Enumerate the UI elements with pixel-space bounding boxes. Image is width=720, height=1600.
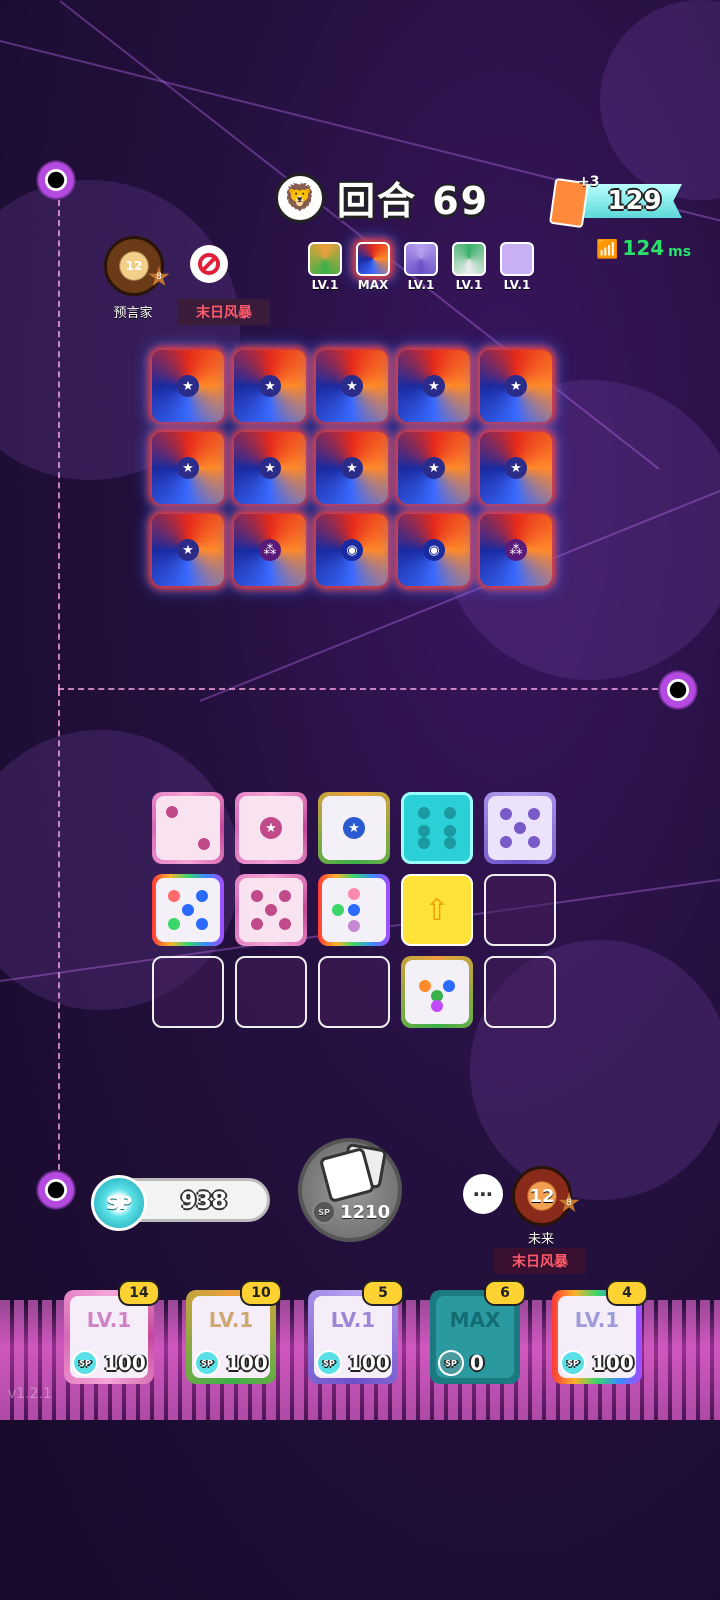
opponent-deck: LV.1 MAX LV.1 LV.1 LV.1 xyxy=(308,242,534,292)
roll-cost-value: 1210 xyxy=(340,1201,391,1223)
player-die[interactable]: ★ xyxy=(235,792,307,864)
empty-slot[interactable] xyxy=(152,956,224,1028)
wifi-icon: 📶 xyxy=(596,239,619,260)
sp-counter: SP 938 xyxy=(91,1175,270,1231)
opponent-deck-item: LV.1 xyxy=(404,242,438,292)
opponent-die: ★ xyxy=(480,432,552,504)
ping-unit: ms xyxy=(668,244,692,260)
player-die[interactable] xyxy=(152,792,224,864)
player-die[interactable] xyxy=(235,874,307,946)
player-board: ★ ★ ⇧ xyxy=(152,792,556,1028)
opponent-rank-badge: 12 xyxy=(104,236,164,296)
opponent-name: 预言家 xyxy=(113,306,153,321)
opponent-die: ★ xyxy=(480,350,552,422)
player-avatar[interactable]: 12 8 xyxy=(512,1166,580,1226)
player-mode-tag: 末日风暴 xyxy=(494,1248,586,1274)
deck-card-slot-3[interactable]: LV.1 5 SP 100 xyxy=(308,1280,404,1384)
deck-card-level: LV.1 xyxy=(208,1308,254,1332)
player-die[interactable] xyxy=(401,956,473,1028)
round-label: 回合 69 xyxy=(337,179,490,223)
opponent-avatar[interactable]: 12 8 xyxy=(104,236,170,296)
portal-right xyxy=(658,670,698,710)
opponent-die: ◉ xyxy=(316,514,388,586)
opponent-mode-tag: 末日风暴 xyxy=(178,299,270,325)
card-sp-value: 129 xyxy=(607,186,662,216)
sp-icon: SP xyxy=(72,1350,98,1376)
sp-icon: SP xyxy=(560,1350,586,1376)
empty-slot[interactable] xyxy=(235,956,307,1028)
player-die[interactable]: ★ xyxy=(318,792,390,864)
portal-bottom-left xyxy=(36,1170,76,1210)
deck-card-count: 10 xyxy=(240,1280,282,1306)
opponent-die: ★ xyxy=(152,432,224,504)
deck-card-cost: SP 100 xyxy=(194,1350,268,1376)
player-name: 未来 xyxy=(527,1232,554,1247)
ellipsis-icon: ⋯ xyxy=(473,1182,493,1206)
opponent-deck-item: LV.1 xyxy=(500,242,534,292)
ping-indicator: 📶 124 ms xyxy=(596,236,691,260)
player-rank-badge: 12 xyxy=(512,1166,572,1226)
player-die[interactable] xyxy=(318,874,390,946)
deck-card-cost: SP 0 xyxy=(438,1350,484,1376)
deck-card-level: LV.1 xyxy=(86,1308,132,1332)
deck-card-count: 4 xyxy=(606,1280,648,1306)
player-die[interactable] xyxy=(484,792,556,864)
deck-card-cost: SP 100 xyxy=(316,1350,390,1376)
lion-icon: 🦁 xyxy=(275,172,325,223)
deck-card-count: 6 xyxy=(484,1280,526,1306)
deck-card-level: MAX xyxy=(449,1308,501,1332)
card-sp-counter: +3 129 xyxy=(548,174,684,229)
opponent-deck-item: MAX xyxy=(356,242,390,292)
chat-button[interactable]: ⋯ xyxy=(463,1174,503,1214)
sp-icon: SP xyxy=(316,1350,342,1376)
opponent-die: ◉ xyxy=(398,514,470,586)
opponent-die: ★ xyxy=(398,432,470,504)
upgrade-arrow-icon[interactable]: ⇧ xyxy=(401,874,473,946)
opponent-die: ★ xyxy=(398,350,470,422)
empty-slot[interactable] xyxy=(318,956,390,1028)
opponent-die: ★ xyxy=(152,350,224,422)
opponent-die: ★ xyxy=(316,350,388,422)
deck-card-count: 5 xyxy=(362,1280,404,1306)
deck-card-slot-1[interactable]: LV.1 14 SP 100 xyxy=(64,1280,160,1384)
deck-card-level: LV.1 xyxy=(574,1308,620,1332)
player-die[interactable] xyxy=(152,874,224,946)
player-die[interactable] xyxy=(401,792,473,864)
roll-cost: SP 1210 xyxy=(312,1200,390,1224)
opponent-die: ★ xyxy=(234,350,306,422)
opponent-die: ⁂ xyxy=(480,514,552,586)
opponent-board: ★ ★ ★ ★ ★ ★ ★ ★ ★ ★ ★ ⁂ ◉ ◉ ⁂ xyxy=(152,350,552,586)
ban-icon[interactable] xyxy=(190,245,228,283)
opponent-die: ★ xyxy=(152,514,224,586)
sp-icon: SP xyxy=(438,1350,464,1376)
ping-value: 124 xyxy=(622,236,665,260)
sp-coin-icon: SP xyxy=(91,1175,147,1231)
opponent-deck-item: LV.1 xyxy=(452,242,486,292)
sp-icon: SP xyxy=(312,1200,336,1224)
sp-icon: SP xyxy=(194,1350,220,1376)
opponent-die: ★ xyxy=(234,432,306,504)
version-label: v1.2.1 xyxy=(8,1386,52,1402)
opponent-die: ★ xyxy=(316,432,388,504)
opponent-deck-item: LV.1 xyxy=(308,242,342,292)
portal-top-left xyxy=(36,160,76,200)
deck-card-count: 14 xyxy=(118,1280,160,1306)
deck-card-slot-2[interactable]: LV.1 10 SP 100 xyxy=(186,1280,282,1384)
deck-card-slot-4[interactable]: MAX 6 SP 0 xyxy=(430,1280,526,1384)
round-header: 🦁 回合 69 xyxy=(275,170,489,225)
deck-card-cost: SP 100 xyxy=(72,1350,146,1376)
deck-card-cost: SP 100 xyxy=(560,1350,634,1376)
empty-slot[interactable] xyxy=(484,874,556,946)
roll-dice-button[interactable]: SP 1210 xyxy=(298,1138,402,1242)
deck-card-slot-5[interactable]: LV.1 4 SP 100 xyxy=(552,1280,648,1384)
opponent-die: ⁂ xyxy=(234,514,306,586)
deck-card-level: LV.1 xyxy=(330,1308,376,1332)
empty-slot[interactable] xyxy=(484,956,556,1028)
sp-value: 938 xyxy=(181,1189,227,1214)
